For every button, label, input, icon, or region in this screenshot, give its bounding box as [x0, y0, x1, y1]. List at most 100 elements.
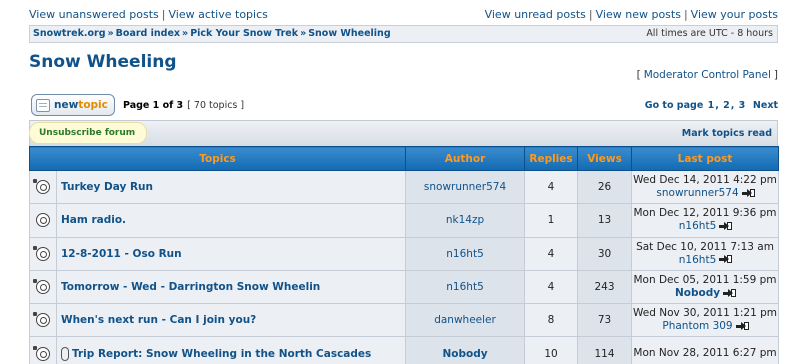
- last-post-user-line: n16ht5: [632, 220, 778, 233]
- last-post-author-link[interactable]: Nobody: [675, 287, 720, 299]
- topic-author-link[interactable]: n16ht5: [446, 281, 483, 293]
- new-topic-button[interactable]: new topic: [31, 94, 115, 116]
- view-your-posts-link[interactable]: View your posts: [691, 8, 778, 21]
- last-post-user-line: n16ht5: [632, 254, 778, 267]
- mark-topics-read-link[interactable]: Mark topics read: [682, 128, 772, 139]
- pagination: Go to page 1, 2, 3 Next: [644, 100, 778, 111]
- moderator-control-panel-link[interactable]: Moderator Control Panel: [641, 69, 774, 81]
- breadcrumb-site[interactable]: Snowtrek.org: [33, 28, 106, 39]
- last-post-author-link[interactable]: snowrunner574: [656, 187, 738, 199]
- topic-views: 26: [577, 169, 633, 205]
- view-unanswered-link[interactable]: View unanswered posts: [29, 8, 159, 21]
- breadcrumb-arrow: »: [182, 28, 189, 39]
- header-topics: Topics: [28, 146, 407, 171]
- topic-author-link[interactable]: n16ht5: [446, 248, 483, 260]
- topic-author-link[interactable]: snowrunner574: [424, 181, 506, 193]
- last-post-author-link[interactable]: n16ht5: [679, 254, 716, 266]
- goto-last-post-icon[interactable]: [719, 255, 733, 264]
- last-post-date: Mon Nov 28, 2011 6:27 pm: [633, 347, 777, 360]
- header-author: Author: [405, 146, 526, 171]
- goto-last-post-icon[interactable]: [719, 221, 733, 231]
- last-post-cell: Sat Dec 10, 2011 7:13 am n16ht5: [631, 236, 780, 271]
- topic-count: [ 70 topics ]: [187, 100, 245, 111]
- bracket-right: ]: [773, 69, 778, 81]
- topic-replies: 1: [524, 203, 579, 238]
- last-post-date: Mon Dec 12, 2011 9:36 pm: [633, 207, 777, 220]
- last-post-date: Wed Dec 14, 2011 4:22 pm: [633, 174, 777, 187]
- header-views: Views: [577, 146, 633, 171]
- topic-replies: 4: [524, 269, 579, 305]
- topic-status-icon: [33, 179, 50, 195]
- table-row: 12-8-2011 - Oso Run n16ht5 4 30 Sat Dec 10, …: [29, 236, 780, 271]
- separator: |: [588, 8, 593, 21]
- page-link-3[interactable]: 3: [738, 100, 747, 111]
- topic-author-cell: danwheeler: [405, 303, 526, 338]
- topic-title-link[interactable]: Trip Report: Snow Wheeling in the North …: [72, 348, 371, 360]
- last-post-cell: Wed Nov 30, 2011 1:21 pm Phantom 309: [631, 303, 780, 338]
- breadcrumb-category[interactable]: Pick Your Snow Trek: [190, 28, 298, 39]
- topic-views: 30: [577, 236, 633, 271]
- last-post-author-link[interactable]: Phantom 309: [662, 320, 732, 332]
- goto-last-post-icon[interactable]: [741, 188, 755, 198]
- topic-author-cell: nk14zp: [405, 203, 526, 238]
- breadcrumb-arrow: »: [107, 28, 114, 39]
- new-topic-icon: [36, 98, 50, 112]
- table-row: Tomorrow - Wed - Darrington Snow Wheelin…: [29, 269, 780, 305]
- topic-title-link[interactable]: When's next run - Can I join you?: [61, 314, 256, 326]
- breadcrumb-bar: Snowtrek.org» Board index» Pick Your Snow …: [29, 25, 778, 43]
- topic-status-cell: [29, 236, 57, 271]
- goto-last-post-icon[interactable]: [723, 288, 737, 298]
- goto-last-post-icon[interactable]: [735, 321, 749, 331]
- topic-views: 73: [577, 303, 633, 338]
- unsubscribe-forum-button[interactable]: Unsubscribe forum: [29, 122, 147, 144]
- last-post-cell: Mon Dec 12, 2011 9:36 pm n16ht5: [631, 203, 780, 238]
- topic-author-link[interactable]: danwheeler: [434, 314, 496, 326]
- topic-author-cell: n16ht5: [405, 236, 526, 271]
- topic-status-icon: [36, 213, 50, 228]
- page-link-2[interactable]: 2: [722, 100, 731, 111]
- last-post-author-link[interactable]: n16ht5: [679, 220, 716, 232]
- topic-replies: 4: [524, 236, 579, 271]
- topic-status-cell: [29, 203, 57, 238]
- breadcrumb-forum[interactable]: Snow Wheeling: [308, 28, 390, 39]
- page-link-1[interactable]: 1: [707, 100, 716, 111]
- breadcrumb-board-index[interactable]: Board index: [116, 28, 180, 39]
- top-links-left: View unanswered posts | View active topics: [29, 8, 268, 21]
- table-row: When's next run - Can I join you? danwhee…: [29, 303, 780, 338]
- view-active-link[interactable]: View active topics: [168, 8, 267, 21]
- topic-title-link[interactable]: Ham radio.: [61, 214, 126, 226]
- topic-author-cell: n16ht5: [405, 269, 526, 305]
- topic-status-icon: [33, 345, 50, 361]
- topic-author-link[interactable]: nk14zp: [446, 214, 484, 226]
- topic-title-cell: 12-8-2011 - Oso Run: [55, 236, 407, 271]
- topic-status-icon: [33, 245, 50, 261]
- last-post-date: Wed Nov 30, 2011 1:21 pm: [633, 307, 777, 320]
- topic-author-link[interactable]: Nobody: [442, 348, 487, 360]
- last-post-date: Sat Dec 10, 2011 7:13 am: [636, 240, 774, 253]
- topic-author-cell: Nobody: [405, 336, 526, 364]
- topic-title-link[interactable]: Turkey Day Run: [61, 181, 153, 193]
- topic-views: 13: [577, 203, 633, 238]
- topic-replies: 4: [524, 169, 579, 205]
- table-header-row: Topics Author Replies Views Last post: [28, 146, 780, 171]
- last-post-cell: Mon Dec 05, 2011 1:59 pm Nobody: [631, 269, 780, 305]
- view-new-link[interactable]: View new posts: [596, 8, 681, 21]
- view-unread-link[interactable]: View unread posts: [485, 8, 586, 21]
- last-post-user-line: snowrunner574: [632, 187, 778, 200]
- topic-author-cell: snowrunner574: [405, 169, 526, 205]
- last-post-cell: Mon Nov 28, 2011 6:27 pm: [631, 336, 780, 364]
- topic-title-cell: Trip Report: Snow Wheeling in the North …: [55, 336, 407, 364]
- table-row: Trip Report: Snow Wheeling in the North …: [29, 336, 780, 364]
- forum-title[interactable]: Snow Wheeling: [29, 52, 177, 72]
- table-row: Ham radio. nk14zp 1 13 Mon Dec 12, 2011 9:36…: [29, 203, 780, 238]
- last-post-cell: Wed Dec 14, 2011 4:22 pm snowrunner574: [631, 169, 780, 205]
- goto-page-label: Go to page: [644, 100, 704, 111]
- header-replies: Replies: [524, 146, 579, 171]
- next-page-link[interactable]: Next: [753, 100, 778, 111]
- topic-rows: Turkey Day Run snowrunner574 4 26 Wed Dec 14…: [29, 169, 780, 364]
- topic-title-link[interactable]: Tomorrow - Wed - Darrington Snow Wheelin: [61, 281, 320, 293]
- last-post-date: Mon Dec 05, 2011 1:59 pm: [633, 274, 777, 287]
- topic-status-cell: [29, 169, 57, 205]
- topic-status-icon: [33, 279, 50, 295]
- topic-title-link[interactable]: 12-8-2011 - Oso Run: [61, 248, 182, 260]
